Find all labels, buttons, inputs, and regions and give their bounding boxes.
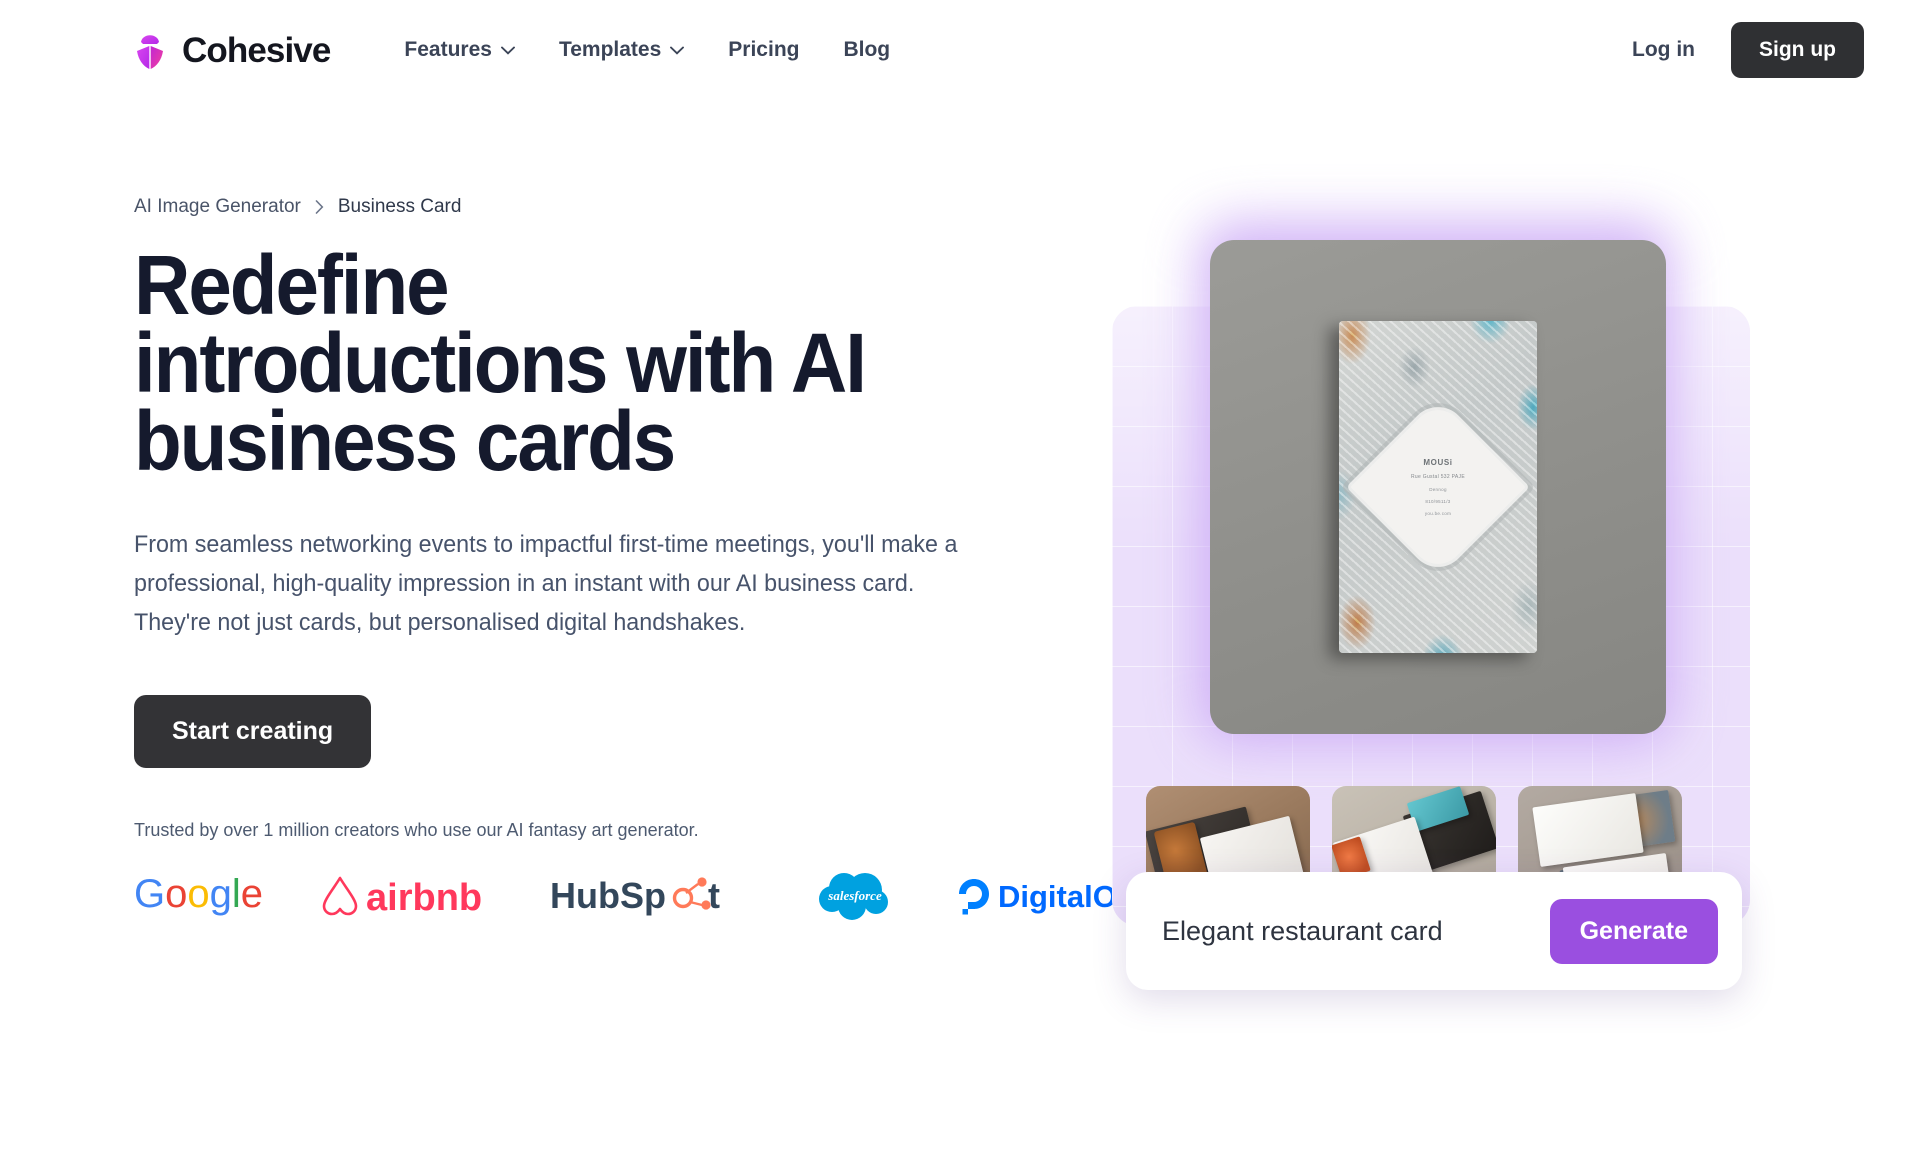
svg-text:Google: Google [134,873,263,916]
breadcrumb-item-ai-image-generator[interactable]: AI Image Generator [134,196,301,218]
card-phone-line: 810/9511/3 [1425,499,1451,504]
main-nav: Features Templates Pricing Blog [382,28,912,72]
card-web-line: you.be.com [1424,511,1452,516]
card-business-name: MOUSi [1423,458,1453,467]
airbnb-logo-icon: airbnb [318,867,508,923]
signup-button[interactable]: Sign up [1731,22,1864,78]
nav-item-templates[interactable]: Templates [537,28,706,72]
generated-business-card: MOUSi Rue Gustal 532 PAJE Dennog 810/951… [1339,321,1537,653]
google-logo-icon: Google [134,867,274,923]
breadcrumb-item-business-card[interactable]: Business Card [338,196,462,218]
prompt-bar: Generate [1126,872,1742,990]
svg-text:t: t [708,875,720,916]
svg-text:airbnb: airbnb [366,877,482,918]
login-link[interactable]: Log in [1632,38,1695,62]
prompt-input[interactable] [1162,915,1550,947]
card-address-line: Rue Gustal 532 PAJE [1411,474,1465,480]
chevron-right-icon [315,200,324,214]
cohesive-boat-logo-icon [130,29,170,71]
generate-button[interactable]: Generate [1549,898,1718,964]
salesforce-logo-icon: salesforce [816,867,894,923]
nav-item-features[interactable]: Features [382,28,537,72]
brand-logo[interactable]: Cohesive [130,29,331,71]
chevron-down-icon [670,46,685,55]
hero-left-column: AI Image Generator Business Card Redefin… [134,196,1164,927]
nav-item-blog[interactable]: Blog [821,28,912,72]
main-preview-image[interactable]: MOUSi Rue Gustal 532 PAJE Dennog 810/951… [1210,240,1666,734]
nav-item-features-label: Features [404,38,492,61]
nav-item-pricing[interactable]: Pricing [706,28,821,72]
hubspot-logo-icon: HubSp t [550,867,730,923]
hero-preview-panel: MOUSi Rue Gustal 532 PAJE Dennog 810/951… [1108,196,1760,990]
hero-description: From seamless networking events to impac… [134,531,958,637]
page-title-line-2: introductions with AI [134,316,867,411]
svg-text:salesforce: salesforce [827,888,882,903]
start-creating-button[interactable]: Start creating [134,694,372,768]
trusted-by-text: Trusted by over 1 million creators who u… [134,819,699,840]
breadcrumb: AI Image Generator Business Card [134,196,1014,218]
chevron-down-icon [501,46,515,55]
nav-item-templates-label: Templates [558,38,662,61]
svg-text:HubSp: HubSp [550,875,666,916]
brand-name: Cohesive [182,30,331,70]
page-title: Redefine introductions with AI business … [134,238,952,489]
card-city-line: Dennog [1429,487,1447,492]
page-title-line-1: Redefine [134,238,450,332]
card-text-block: MOUSi Rue Gustal 532 PAJE Dennog 810/951… [1386,458,1490,516]
partner-logo-strip: Google airbnb HubSp t salesforce Digital… [134,863,1164,927]
top-navbar: Cohesive Features Templates Pricing Blog… [0,0,1920,100]
nav-actions: Log in Sign up [1632,22,1864,78]
page-title-line-3: business cards [134,394,676,489]
